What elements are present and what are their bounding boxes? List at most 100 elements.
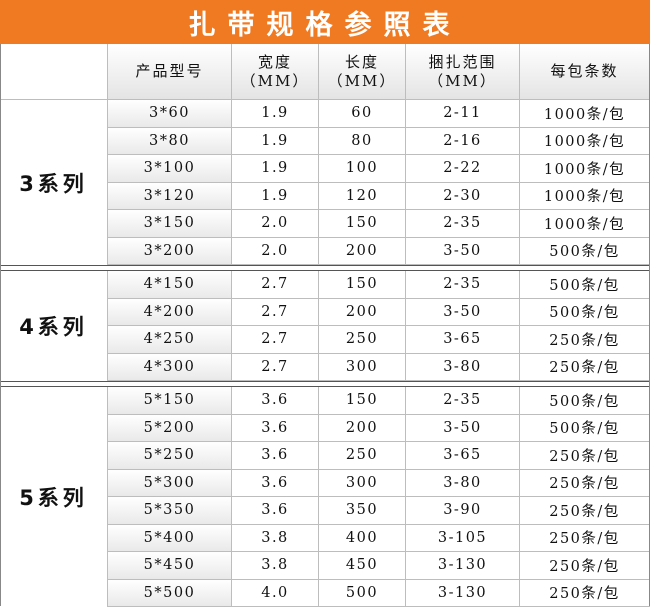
cell-width: 3.6 xyxy=(232,497,319,525)
series-label: 4系列 xyxy=(0,271,108,381)
cell-width: 3.6 xyxy=(232,415,319,443)
frame-left xyxy=(0,44,1,606)
cell-range: 2-35 xyxy=(406,271,520,299)
title-bar: 扎带规格参照表 xyxy=(0,0,650,44)
cell-pack: 500条/包 xyxy=(520,415,650,443)
cell-length: 120 xyxy=(319,183,406,211)
cell-pack: 500条/包 xyxy=(520,299,650,327)
header-width-label: 宽度 xyxy=(258,53,292,72)
cell-length: 200 xyxy=(319,299,406,327)
cell-model: 3*150 xyxy=(108,210,232,238)
header-length: 长度 （MM） xyxy=(319,44,406,100)
cell-range: 3-50 xyxy=(406,299,520,327)
cell-width: 4.0 xyxy=(232,580,319,607)
cell-length: 250 xyxy=(319,442,406,470)
cell-width: 2.0 xyxy=(232,210,319,238)
cell-length: 80 xyxy=(319,128,406,156)
cell-range: 3-65 xyxy=(406,326,520,354)
cell-pack: 250条/包 xyxy=(520,525,650,553)
cell-length: 300 xyxy=(319,470,406,498)
page-title: 扎带规格参照表 xyxy=(189,3,462,42)
cell-model: 5*350 xyxy=(108,497,232,525)
cell-range: 3-50 xyxy=(406,415,520,443)
cell-length: 200 xyxy=(319,238,406,266)
cell-model: 3*120 xyxy=(108,183,232,211)
cell-model: 3*200 xyxy=(108,238,232,266)
cell-width: 2.7 xyxy=(232,326,319,354)
cell-length: 150 xyxy=(319,210,406,238)
cell-pack: 1000条/包 xyxy=(520,100,650,128)
cell-width: 1.9 xyxy=(232,128,319,156)
cell-range: 3-80 xyxy=(406,470,520,498)
cell-range: 2-30 xyxy=(406,183,520,211)
cell-length: 400 xyxy=(319,525,406,553)
cell-model: 5*400 xyxy=(108,525,232,553)
cell-range: 3-65 xyxy=(406,442,520,470)
cell-range: 2-16 xyxy=(406,128,520,156)
cell-width: 1.9 xyxy=(232,183,319,211)
cell-pack: 500条/包 xyxy=(520,238,650,266)
cell-length: 250 xyxy=(319,326,406,354)
header-width-unit: （MM） xyxy=(241,72,310,91)
cell-pack: 1000条/包 xyxy=(520,183,650,211)
header-corner xyxy=(0,44,108,100)
spec-table: 产品型号 宽度 （MM） 长度 （MM） 捆扎范围 （MM） 每包条数 3*60… xyxy=(0,44,650,606)
cell-length: 150 xyxy=(319,387,406,415)
cell-width: 3.8 xyxy=(232,525,319,553)
cell-model: 3*100 xyxy=(108,155,232,183)
cell-range: 2-11 xyxy=(406,100,520,128)
cell-model: 5*200 xyxy=(108,415,232,443)
cell-range: 3-105 xyxy=(406,525,520,553)
cell-pack: 1000条/包 xyxy=(520,210,650,238)
cell-model: 5*500 xyxy=(108,580,232,607)
cell-model: 5*450 xyxy=(108,552,232,580)
cell-model: 5*300 xyxy=(108,470,232,498)
cell-width: 3.6 xyxy=(232,387,319,415)
header-width: 宽度 （MM） xyxy=(232,44,319,100)
cell-pack: 250条/包 xyxy=(520,354,650,382)
header-pack-label: 每包条数 xyxy=(550,62,618,81)
cell-pack: 250条/包 xyxy=(520,442,650,470)
cell-width: 3.6 xyxy=(232,470,319,498)
header-bundle-unit: （MM） xyxy=(428,72,497,91)
cell-length: 450 xyxy=(319,552,406,580)
cell-range: 2-35 xyxy=(406,387,520,415)
cell-range: 3-130 xyxy=(406,552,520,580)
cell-pack: 500条/包 xyxy=(520,387,650,415)
cell-length: 150 xyxy=(319,271,406,299)
cell-model: 4*300 xyxy=(108,354,232,382)
cell-length: 100 xyxy=(319,155,406,183)
header-model-label: 产品型号 xyxy=(135,62,203,81)
cell-pack: 1000条/包 xyxy=(520,155,650,183)
cell-width: 3.8 xyxy=(232,552,319,580)
cell-length: 200 xyxy=(319,415,406,443)
cell-pack: 250条/包 xyxy=(520,326,650,354)
cell-range: 3-90 xyxy=(406,497,520,525)
header-pack-count: 每包条数 xyxy=(520,44,650,100)
cell-range: 2-35 xyxy=(406,210,520,238)
cell-model: 3*60 xyxy=(108,100,232,128)
cell-length: 350 xyxy=(319,497,406,525)
cell-length: 500 xyxy=(319,580,406,607)
cell-model: 5*150 xyxy=(108,387,232,415)
cell-width: 1.9 xyxy=(232,155,319,183)
cell-range: 3-80 xyxy=(406,354,520,382)
header-bundle-label: 捆扎范围 xyxy=(428,53,496,72)
cell-model: 4*200 xyxy=(108,299,232,327)
cell-width: 2.7 xyxy=(232,354,319,382)
cell-width: 3.6 xyxy=(232,442,319,470)
cell-length: 60 xyxy=(319,100,406,128)
cell-width: 2.0 xyxy=(232,238,319,266)
cell-width: 1.9 xyxy=(232,100,319,128)
cell-range: 3-130 xyxy=(406,580,520,607)
cell-range: 3-50 xyxy=(406,238,520,266)
cell-length: 300 xyxy=(319,354,406,382)
cell-width: 2.7 xyxy=(232,299,319,327)
cell-pack: 500条/包 xyxy=(520,271,650,299)
series-label: 5系列 xyxy=(0,387,108,607)
cell-model: 5*250 xyxy=(108,442,232,470)
cell-pack: 250条/包 xyxy=(520,552,650,580)
cell-model: 4*250 xyxy=(108,326,232,354)
cell-model: 3*80 xyxy=(108,128,232,156)
cell-range: 2-22 xyxy=(406,155,520,183)
